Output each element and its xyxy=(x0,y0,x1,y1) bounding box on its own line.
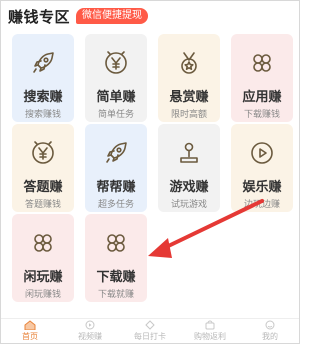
video-icon xyxy=(85,320,95,330)
profile-icon xyxy=(265,320,275,330)
tab-profile[interactable]: 我的 xyxy=(240,319,300,344)
tab-label: 购物返利 xyxy=(194,332,226,341)
tab-home[interactable]: 首页 xyxy=(0,319,60,344)
tab-shopping-rebate[interactable]: 购物返利 xyxy=(180,319,240,344)
tab-label: 每日打卡 xyxy=(134,332,166,341)
tab-label: 视频赚 xyxy=(78,332,102,341)
checkin-icon xyxy=(145,320,155,330)
tab-label: 首页 xyxy=(22,332,38,341)
shopping-icon xyxy=(205,320,215,330)
tab-label: 我的 xyxy=(262,332,278,341)
tab-daily-checkin[interactable]: 每日打卡 xyxy=(120,319,180,344)
bottom-tab-bar: 首页 视频赚 每日打卡 购物返利 我的 xyxy=(0,318,300,344)
home-icon xyxy=(24,320,36,330)
tab-video-earn[interactable]: 视频赚 xyxy=(60,319,120,344)
red-arrow-annotation xyxy=(148,199,264,258)
